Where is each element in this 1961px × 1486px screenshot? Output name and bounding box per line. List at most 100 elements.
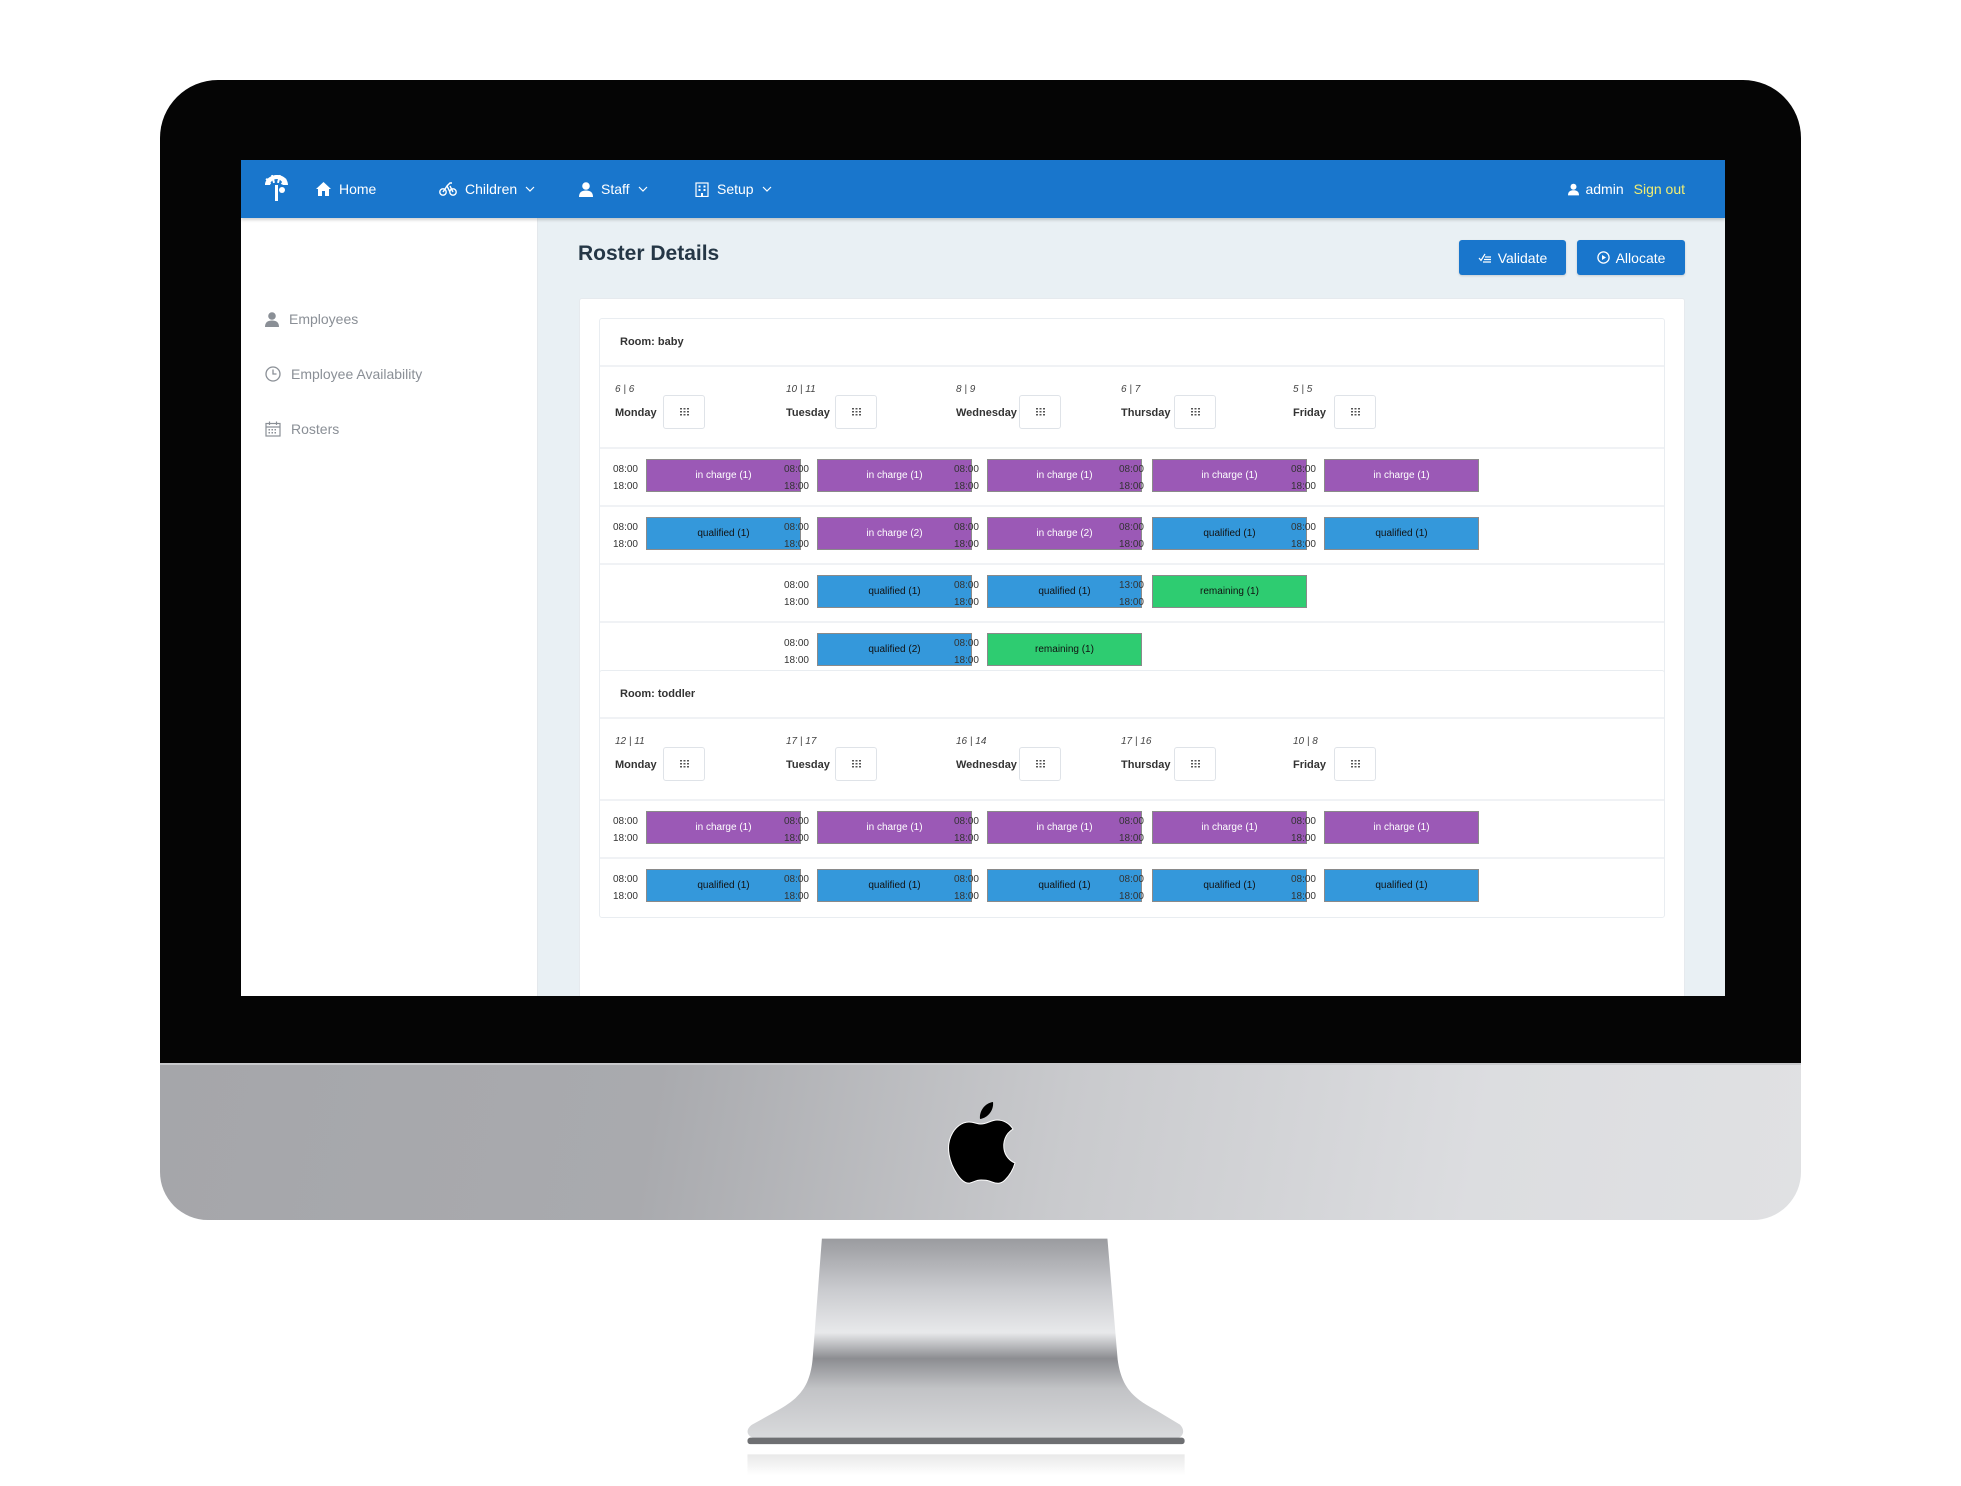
shift-bar-incharge[interactable]: in charge (1) [646, 811, 801, 844]
day-grid-button[interactable] [1174, 395, 1216, 429]
day-name: Monday [615, 759, 657, 771]
shift-start-time: 08:00 [1290, 874, 1316, 885]
nav-setup[interactable]: Setup [695, 160, 772, 218]
day-grid-button[interactable] [835, 747, 877, 781]
shift-bar-qualified[interactable]: qualified (1) [646, 517, 801, 550]
shift-times: 08:00 18:00 [781, 635, 809, 669]
shift-start-time: 08:00 [783, 816, 809, 827]
shift-times: 08:00 18:00 [951, 635, 979, 669]
user-icon [265, 311, 279, 327]
nav-children-label: Children [465, 181, 518, 197]
shift-start-time: 08:00 [1118, 816, 1144, 827]
shift-bar-incharge[interactable]: in charge (1) [1324, 811, 1479, 844]
shift-times: 08:00 18:00 [1116, 519, 1144, 553]
page-title: Roster Details [578, 242, 720, 265]
shift-end-time: 18:00 [953, 655, 979, 666]
shift-times: 08:00 18:00 [781, 871, 809, 905]
room-title: Room: baby [600, 319, 1664, 367]
shift-bar-incharge[interactable]: in charge (1) [817, 811, 972, 844]
shift-start-time: 13:00 [1118, 580, 1144, 591]
allocate-button[interactable]: Allocate [1577, 240, 1685, 275]
grid-icon [1190, 408, 1200, 416]
shift-times: 08:00 18:00 [951, 577, 979, 611]
shift-end-time: 18:00 [1118, 481, 1144, 492]
validate-button[interactable]: Validate [1459, 240, 1566, 275]
sign-out-link[interactable]: Sign out [1634, 181, 1685, 197]
shift-bar-incharge[interactable]: in charge (2) [817, 517, 972, 550]
day-counts: 10 | 8 [1293, 736, 1318, 747]
shift-bar-qualified[interactable]: qualified (1) [1152, 517, 1307, 550]
shift-end-time: 18:00 [953, 891, 979, 902]
grid-icon [851, 408, 861, 416]
sidebar-item-employees[interactable]: Employees [265, 308, 358, 330]
day-grid-button[interactable] [1019, 395, 1061, 429]
room-title: Room: toddler [600, 671, 1664, 719]
shift-times: 08:00 18:00 [610, 871, 638, 905]
shift-end-time: 18:00 [612, 891, 638, 902]
clock-icon [265, 366, 281, 382]
shift-bar-qualified[interactable]: qualified (1) [1324, 869, 1479, 902]
shift-bar-incharge[interactable]: in charge (1) [817, 459, 972, 492]
shift-bar-incharge[interactable]: in charge (1) [1324, 459, 1479, 492]
sidebar-item-employee-availability[interactable]: Employee Availability [265, 363, 422, 385]
app-screen: Home Children Staff Setup admin Sign out… [241, 160, 1725, 996]
shift-end-time: 18:00 [1290, 833, 1316, 844]
shift-bar-qualified[interactable]: qualified (2) [817, 633, 972, 666]
day-counts: 6 | 7 [1121, 384, 1141, 395]
shift-bar-qualified[interactable]: qualified (1) [817, 869, 972, 902]
apple-logo-icon [948, 1102, 1016, 1184]
day-grid-button[interactable] [1019, 747, 1061, 781]
nav-children[interactable]: Children [439, 160, 535, 218]
shift-bar-remaining[interactable]: remaining (1) [1152, 575, 1307, 608]
day-grid-button[interactable] [835, 395, 877, 429]
day-name: Tuesday [786, 759, 830, 771]
shift-bar-qualified[interactable]: qualified (1) [1324, 517, 1479, 550]
shift-bar-qualified[interactable]: qualified (1) [817, 575, 972, 608]
home-icon [316, 182, 331, 196]
chevron-down-icon [525, 186, 535, 192]
shift-row: 08:00 18:00 qualified (1) 08:00 18:00 qualifi… [600, 565, 1664, 623]
tree-logo-icon[interactable] [261, 173, 291, 203]
day-counts: 12 | 11 [615, 736, 645, 747]
shift-end-time: 18:00 [1118, 597, 1144, 608]
day-grid-button[interactable] [1174, 747, 1216, 781]
nav-home[interactable]: Home [316, 160, 376, 218]
user-icon [579, 181, 593, 197]
shift-times: 08:00 18:00 [951, 813, 979, 847]
shift-row: 08:00 18:00 qualified (1) 08:00 18:00 qualifi… [600, 859, 1664, 917]
day-grid-button[interactable] [663, 395, 705, 429]
shift-start-time: 08:00 [1290, 522, 1316, 533]
shift-row: 08:00 18:00 in charge (1) 08:00 18:00 in char… [600, 801, 1664, 859]
shift-times: 08:00 18:00 [1288, 461, 1316, 495]
day-grid-button[interactable] [1334, 747, 1376, 781]
shift-end-time: 18:00 [1290, 481, 1316, 492]
shift-times: 08:00 18:00 [610, 813, 638, 847]
shift-start-time: 08:00 [953, 874, 979, 885]
shift-bar-incharge[interactable]: in charge (1) [1152, 811, 1307, 844]
shift-start-time: 08:00 [1290, 464, 1316, 475]
shift-times: 08:00 18:00 [951, 871, 979, 905]
shift-bar-remaining[interactable]: remaining (1) [987, 633, 1142, 666]
validate-button-label: Validate [1497, 249, 1548, 266]
day-grid-button[interactable] [663, 747, 705, 781]
shift-times: 08:00 18:00 [781, 461, 809, 495]
days-row: 12 | 11 Monday 17 | 17 Tuesday 16 | 14 Wednes… [600, 719, 1664, 801]
shift-bar-qualified[interactable]: qualified (1) [1152, 869, 1307, 902]
shift-end-time: 18:00 [953, 833, 979, 844]
shift-end-time: 18:00 [1118, 539, 1144, 550]
sidebar-item-rosters[interactable]: Rosters [265, 418, 339, 440]
shift-times: 08:00 18:00 [1288, 813, 1316, 847]
day-name: Monday [615, 407, 657, 419]
shift-start-time: 08:00 [612, 816, 638, 827]
top-navbar: Home Children Staff Setup admin Sign out [241, 160, 1725, 218]
day-name: Wednesday [956, 759, 1017, 771]
shift-end-time: 18:00 [953, 539, 979, 550]
shift-times: 08:00 18:00 [610, 519, 638, 553]
shift-bar-incharge[interactable]: in charge (1) [646, 459, 801, 492]
shift-bar-incharge[interactable]: in charge (1) [1152, 459, 1307, 492]
shift-end-time: 18:00 [783, 833, 809, 844]
nav-staff[interactable]: Staff [579, 160, 648, 218]
day-grid-button[interactable] [1334, 395, 1376, 429]
shift-bar-qualified[interactable]: qualified (1) [646, 869, 801, 902]
sidebar-item-label: Employee Availability [291, 366, 423, 382]
